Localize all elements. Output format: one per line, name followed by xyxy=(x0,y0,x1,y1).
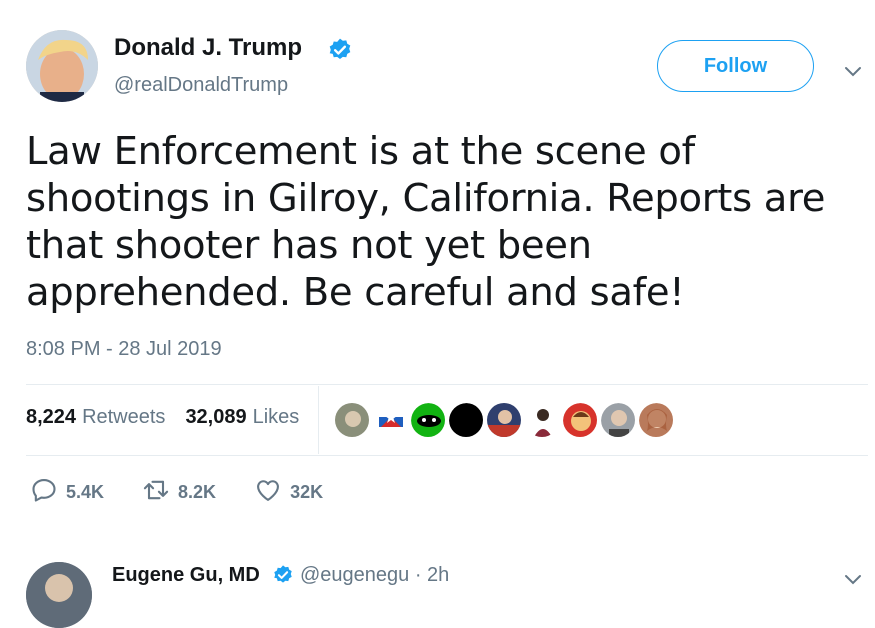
likes-count[interactable]: 32,089 xyxy=(185,406,246,429)
retweets-count[interactable]: 8,224 xyxy=(26,406,76,429)
liker-avatar[interactable] xyxy=(562,402,598,438)
follow-button[interactable]: Follow xyxy=(657,40,814,92)
like-icon xyxy=(254,476,282,509)
like-count: 32K xyxy=(290,482,324,502)
author-handle[interactable]: @realDonaldTrump xyxy=(114,74,288,97)
liker-avatar[interactable] xyxy=(486,402,522,438)
reply-icon xyxy=(30,476,58,509)
liker-avatar[interactable] xyxy=(410,402,446,438)
reply-author-name[interactable]: Eugene Gu, MD xyxy=(112,564,260,587)
tweet-stats: 8,224 Retweets 32,089 Likes xyxy=(26,406,299,429)
chevron-down-icon[interactable] xyxy=(842,60,864,82)
retweets-label[interactable]: Retweets xyxy=(82,406,165,429)
like-button[interactable]: 32K xyxy=(254,476,323,509)
divider xyxy=(26,384,868,385)
tweet-actions: 5.4K 8.2K 32K xyxy=(30,476,361,509)
liker-avatar[interactable] xyxy=(524,402,560,438)
liker-avatar[interactable] xyxy=(372,402,408,438)
likes-label[interactable]: Likes xyxy=(253,406,300,429)
verified-badge-icon xyxy=(327,37,353,63)
chevron-down-icon[interactable] xyxy=(842,568,864,590)
author-name[interactable]: Donald J. Trump xyxy=(114,34,302,62)
reply-author-avatar[interactable] xyxy=(26,562,92,628)
liker-avatar[interactable] xyxy=(334,402,370,438)
liker-avatar[interactable] xyxy=(448,402,484,438)
stats-separator xyxy=(318,386,319,454)
reply-button[interactable]: 5.4K xyxy=(30,476,104,509)
liker-avatar[interactable] xyxy=(600,402,636,438)
retweet-button[interactable]: 8.2K xyxy=(142,476,216,509)
reply-author-handle[interactable]: @eugenegu · 2h xyxy=(300,564,449,587)
tweet-timestamp[interactable]: 8:08 PM - 28 Jul 2019 xyxy=(26,338,222,361)
divider xyxy=(26,455,868,456)
liker-avatars xyxy=(334,402,674,438)
reply-count: 5.4K xyxy=(66,482,105,502)
liker-avatar[interactable] xyxy=(638,402,674,438)
tweet-text: Law Enforcement is at the scene of shoot… xyxy=(26,129,826,315)
author-avatar[interactable] xyxy=(26,30,98,102)
retweet-count: 8.2K xyxy=(178,482,217,502)
retweet-icon xyxy=(142,476,170,509)
